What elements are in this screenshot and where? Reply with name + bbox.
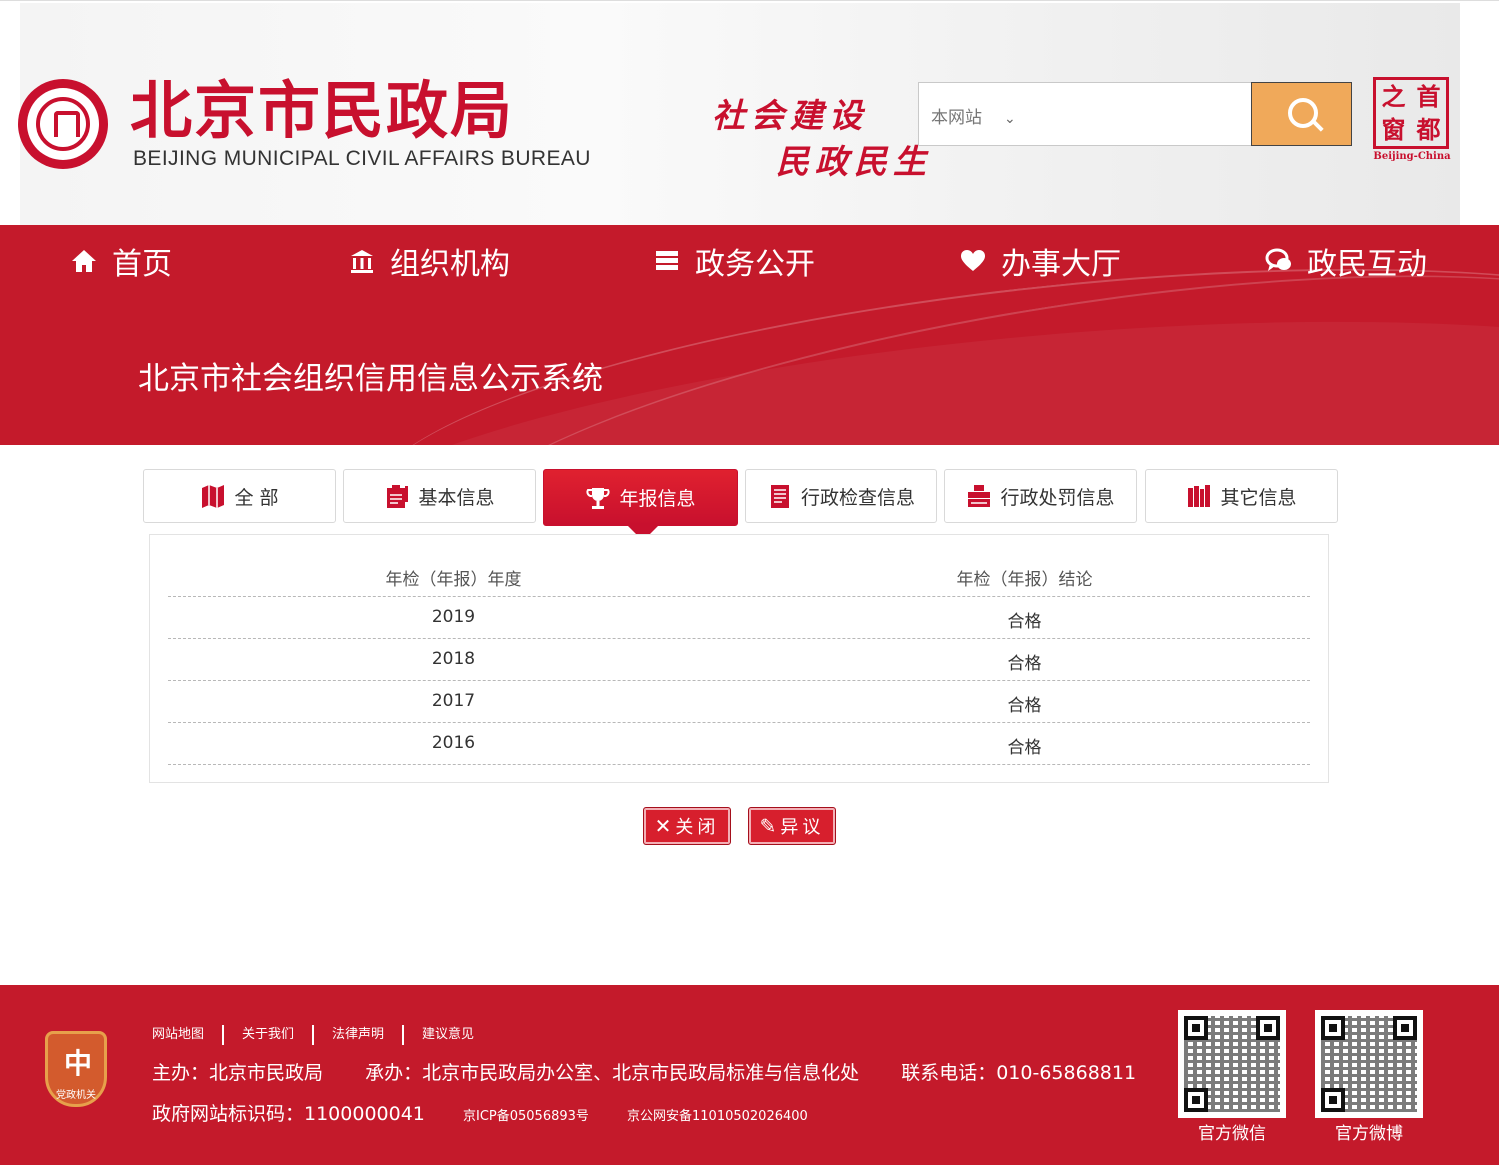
nav-item-home[interactable]: 首页 (70, 241, 172, 282)
footer-phone: 联系电话：010-65868811 (901, 1062, 1137, 1084)
logo-title-en[interactable]: BEIJING MUNICIPAL CIVIL AFFAIRS BUREAU (133, 147, 591, 171)
badge-char: 窗 (1381, 115, 1406, 144)
objection-button[interactable]: ✎ 异议 (748, 807, 836, 845)
site-footer: 中 党政机关 网站地图 关于我们 法律声明 建议意见 主办：北京市民政局 承办：北京市… (0, 985, 1499, 1165)
document-icon (770, 485, 789, 508)
main-nav: 首页 组织机构 政务公开 办事大厅 政民互动 (0, 225, 1499, 299)
tab-label: 行政检查信息 (800, 486, 915, 509)
tab-label: 年报信息 (619, 488, 696, 510)
footer-link-about[interactable]: 关于我们 (242, 1027, 294, 1042)
tab-label: 行政处罚信息 (1000, 486, 1115, 509)
emblem-text: 党政机关 (56, 1090, 96, 1101)
annual-report-table: 年检（年报）年度 年检（年报）结论 2019 合格 2018 合格 2017 合… (149, 534, 1329, 783)
close-button[interactable]: ✕ 关闭 (643, 807, 731, 845)
footer-organizer: 承办：北京市民政局办公室、北京市民政局标准与信息化处 (365, 1062, 860, 1084)
cell-year: 2019 (431, 607, 476, 627)
footer-info-line: 主办：北京市民政局 承办：北京市民政局办公室、北京市民政局标准与信息化处 联系电… (152, 1058, 1136, 1085)
bureau-logo-icon[interactable] (18, 79, 108, 169)
weibo-qr-label: 官方微博 (1335, 1124, 1403, 1144)
nav-label: 组织机构 (390, 247, 510, 282)
table-row: 2017 合格 (168, 680, 1310, 723)
objection-label: 异议 (780, 817, 825, 838)
nav-label: 政民互动 (1307, 247, 1427, 282)
tab-annual-report[interactable]: 年报信息 (543, 469, 738, 526)
badge-subtitle: Beijing-China (1373, 151, 1451, 162)
nav-label: 办事大厅 (1001, 247, 1121, 282)
stamp-icon (968, 485, 991, 507)
map-icon (202, 485, 225, 508)
page-title: 北京市社会组织信用信息公示系统 (138, 361, 603, 397)
footer-site-id: 政府网站标识码：1100000041 (152, 1103, 425, 1125)
footer-police-record[interactable]: 京公网安备11010502026400 (627, 1109, 808, 1124)
nav-label: 政务公开 (695, 247, 815, 282)
footer-registration-line: 政府网站标识码：1100000041 京ICP备05056893号 京公网安备1… (152, 1099, 808, 1126)
badge-char: 之 (1381, 82, 1406, 111)
tab-label: 其它信息 (1220, 486, 1297, 509)
nav-item-service-hall[interactable]: 办事大厅 (959, 241, 1121, 282)
home-icon (72, 250, 96, 272)
slogan-line-2: 民政民生 (776, 142, 932, 181)
cell-conclusion: 合格 (1007, 696, 1042, 716)
cell-year: 2018 (431, 649, 476, 669)
table-row: 2019 合格 (168, 596, 1310, 639)
table-row: 2016 合格 (168, 722, 1310, 765)
cell-year: 2016 (431, 733, 476, 753)
table-row: 2018 合格 (168, 638, 1310, 681)
site-header: 北京市民政局 BEIJING MUNICIPAL CIVIL AFFAIRS B… (0, 0, 1499, 226)
slogan-line-1: 社会建设 (712, 96, 868, 135)
cell-conclusion: 合格 (1007, 612, 1042, 632)
footer-links: 网站地图 关于我们 法律声明 建议意见 (152, 1023, 474, 1045)
heart-icon (961, 250, 985, 271)
footer-link-legal[interactable]: 法律声明 (332, 1027, 384, 1042)
party-gov-emblem-icon[interactable]: 中 党政机关 (45, 1031, 107, 1107)
tab-all[interactable]: 全 部 (143, 469, 336, 523)
tab-label: 全 部 (234, 486, 279, 509)
search-input[interactable] (1029, 91, 1251, 139)
close-icon: ✕ (654, 814, 672, 838)
search-scope-select[interactable]: 本网站 ⌄ (931, 103, 1016, 128)
nav-item-interaction[interactable]: 政民互动 (1265, 241, 1427, 282)
chevron-down-icon: ⌄ (1004, 111, 1016, 127)
cell-conclusion: 合格 (1007, 738, 1042, 758)
footer-icp[interactable]: 京ICP备05056893号 (463, 1109, 589, 1124)
capital-window-badge[interactable]: 之 首 窗 都 Beijing-China (1369, 77, 1455, 165)
edit-icon: ✎ (759, 814, 777, 838)
search-button[interactable] (1251, 82, 1352, 146)
trophy-icon (586, 487, 610, 509)
wechat-qr-code (1178, 1010, 1286, 1118)
hero-banner: 首页 组织机构 政务公开 办事大厅 政民互动 北京市社会组织信用信息公示系统 (0, 225, 1499, 445)
cell-conclusion: 合格 (1007, 654, 1042, 674)
logo-title-cn[interactable]: 北京市民政局 (130, 71, 514, 151)
table-header-row: 年检（年报）年度 年检（年报）结论 (168, 554, 1310, 597)
column-header-conclusion: 年检（年报）结论 (956, 570, 1093, 590)
books-icon (1188, 485, 1211, 507)
nav-item-organization[interactable]: 组织机构 (348, 241, 510, 282)
tab-admin-inspection[interactable]: 行政检查信息 (745, 469, 937, 523)
chat-icon (1265, 248, 1291, 271)
tab-basic-info[interactable]: 基本信息 (343, 469, 536, 523)
footer-sponsor: 主办：北京市民政局 (152, 1062, 324, 1084)
search-scope-label: 本网站 (931, 108, 982, 128)
footer-link-sitemap[interactable]: 网站地图 (152, 1027, 204, 1042)
column-header-year: 年检（年报）年度 (385, 570, 522, 590)
nav-label: 首页 (112, 247, 172, 282)
building-icon (351, 250, 373, 273)
tab-admin-penalty[interactable]: 行政处罚信息 (944, 469, 1137, 523)
list-icon (656, 251, 678, 270)
footer-link-feedback[interactable]: 建议意见 (422, 1027, 474, 1042)
badge-char: 都 (1416, 115, 1441, 144)
badge-char: 首 (1416, 82, 1441, 111)
weibo-qr-code (1315, 1010, 1423, 1118)
tab-label: 基本信息 (418, 486, 495, 509)
tab-other-info[interactable]: 其它信息 (1145, 469, 1338, 523)
clipboard-icon (387, 485, 409, 508)
cell-year: 2017 (431, 691, 476, 711)
close-label: 关闭 (675, 817, 720, 838)
nav-item-gov-affairs[interactable]: 政务公开 (653, 241, 815, 282)
wechat-qr-label: 官方微信 (1198, 1124, 1266, 1144)
